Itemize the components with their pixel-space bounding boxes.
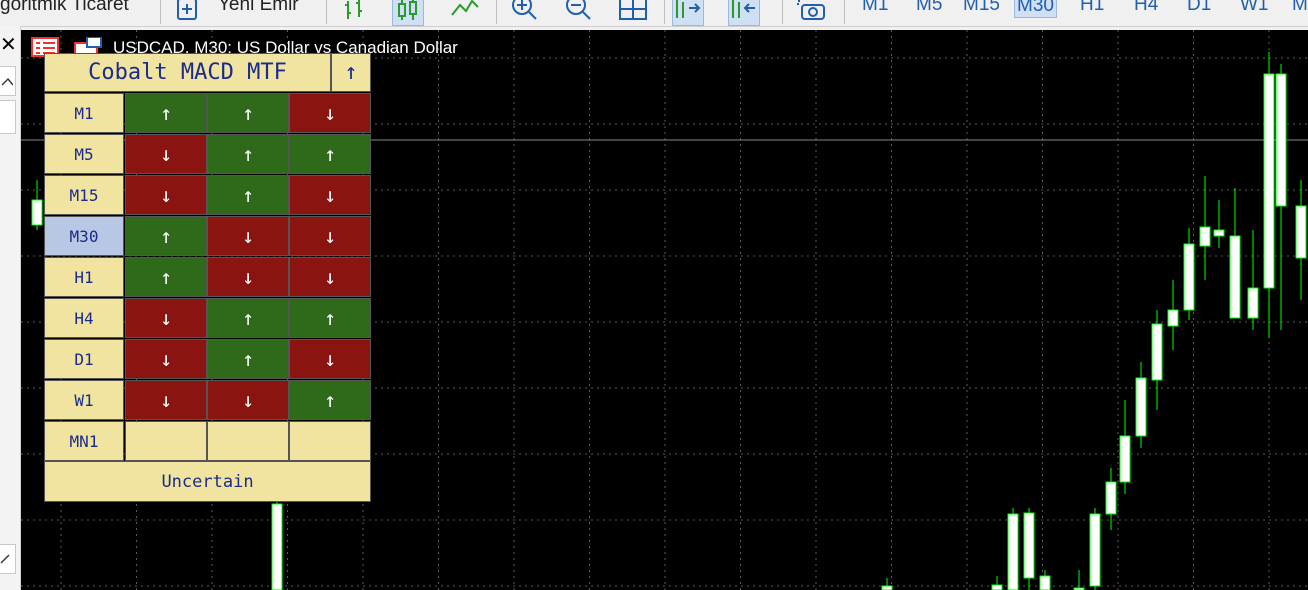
signal-cell-up: ↑ bbox=[289, 134, 371, 174]
toolbar-separator bbox=[844, 0, 845, 24]
screenshot-icon[interactable] bbox=[796, 0, 826, 24]
timeframe-label-m5: M5 bbox=[44, 134, 124, 174]
panel-status: Uncertain bbox=[44, 461, 371, 502]
cobalt-macd-mtf-panel: Cobalt MACD MTF ↑ M1 ↑ ↑ ↓ M5 ↓ ↑ ↑ M15 ↓ ↑ ↓ M30 ↑ ↓ ↓… bbox=[44, 53, 371, 503]
candle-bearish bbox=[1007, 513, 1019, 590]
candle-bearish bbox=[271, 503, 283, 590]
signal-cell-down: ↓ bbox=[207, 380, 289, 420]
timeframe-label-mn1: MN1 bbox=[44, 421, 124, 461]
timeframe-m30[interactable]: M30 bbox=[1014, 0, 1057, 18]
candle-bearish bbox=[1039, 575, 1051, 590]
timeframe-label-h4: H4 bbox=[44, 298, 124, 338]
timeframe-m5[interactable]: M5 bbox=[916, 0, 942, 16]
timeframe-label-m1: M1 bbox=[44, 93, 124, 133]
signal-cell-down: ↓ bbox=[125, 134, 207, 174]
tile-windows-icon[interactable] bbox=[618, 0, 648, 24]
timeframe-mn[interactable]: M bbox=[1292, 0, 1308, 16]
panel-title: Cobalt MACD MTF bbox=[44, 53, 331, 92]
toolbar-separator bbox=[160, 0, 161, 24]
new-order-button[interactable]: Yeni Emir bbox=[218, 0, 299, 16]
timeframe-m15[interactable]: M15 bbox=[963, 0, 1000, 16]
signal-cell-up: ↑ bbox=[207, 93, 289, 133]
collapse-button[interactable] bbox=[0, 66, 16, 96]
signal-cell-up: ↑ bbox=[125, 257, 207, 297]
signal-cell-up: ↑ bbox=[207, 175, 289, 215]
signal-cell-down: ↓ bbox=[125, 380, 207, 420]
main-toolbar: goritmik Ticaret Yeni Emir M1 M5 M15 M30… bbox=[0, 0, 1308, 27]
signal-cell-empty bbox=[125, 421, 207, 461]
candle-bearish bbox=[1275, 73, 1287, 207]
timeframe-label-m30: M30 bbox=[44, 216, 124, 256]
zoom-in-icon[interactable] bbox=[510, 0, 540, 24]
timeframe-label-w1: W1 bbox=[44, 380, 124, 420]
signal-cell-down: ↓ bbox=[289, 175, 371, 215]
signal-cell-up: ↑ bbox=[207, 339, 289, 379]
toolbar-separator bbox=[782, 0, 783, 24]
arrow-up-icon: ↑ bbox=[344, 60, 358, 85]
auto-scroll-icon[interactable] bbox=[672, 0, 704, 26]
panel-collapse-button[interactable]: ↑ bbox=[331, 53, 371, 92]
candle-bearish bbox=[1089, 513, 1101, 587]
candle-bearish bbox=[1263, 73, 1275, 289]
candle-bearish bbox=[1135, 377, 1147, 437]
toolbar-separator bbox=[664, 0, 665, 24]
candle-bearish bbox=[1183, 243, 1195, 311]
signal-cell-down: ↓ bbox=[125, 175, 207, 215]
candlestick-chart-icon[interactable] bbox=[392, 0, 424, 26]
signal-cell-down: ↓ bbox=[289, 339, 371, 379]
signal-cell-empty bbox=[207, 421, 289, 461]
close-icon[interactable]: ✕ bbox=[0, 32, 17, 56]
candle-bearish bbox=[1119, 435, 1131, 483]
signal-cell-up: ↑ bbox=[125, 216, 207, 256]
toolbar-separator bbox=[496, 0, 497, 24]
candle-bearish bbox=[1295, 205, 1307, 259]
timeframe-label-d1: D1 bbox=[44, 339, 124, 379]
signal-cell-down: ↓ bbox=[125, 339, 207, 379]
signal-cell-down: ↓ bbox=[207, 257, 289, 297]
candle-bearish bbox=[1247, 287, 1259, 319]
timeframe-label-h1: H1 bbox=[44, 257, 124, 297]
timeframe-w1[interactable]: W1 bbox=[1240, 0, 1269, 16]
bar-chart-icon[interactable] bbox=[340, 0, 370, 24]
candle-bearish bbox=[1151, 323, 1163, 381]
candle-bearish bbox=[1105, 481, 1117, 515]
timeframe-d1[interactable]: D1 bbox=[1187, 0, 1211, 16]
signal-cell-down: ↓ bbox=[125, 298, 207, 338]
toolbar-separator bbox=[326, 0, 327, 24]
signal-cell-down: ↓ bbox=[207, 216, 289, 256]
candle-bearish bbox=[1213, 229, 1225, 237]
signal-cell-up: ↑ bbox=[289, 298, 371, 338]
candle-bearish bbox=[1229, 235, 1241, 319]
timeframe-h1[interactable]: H1 bbox=[1080, 0, 1104, 16]
expand-button[interactable] bbox=[0, 544, 16, 574]
algo-trading-button[interactable]: goritmik Ticaret bbox=[0, 0, 129, 16]
new-order-icon[interactable] bbox=[172, 0, 202, 24]
candle-bearish bbox=[1167, 309, 1179, 327]
candle-bearish bbox=[1023, 512, 1035, 579]
signal-cell-down: ↓ bbox=[289, 93, 371, 133]
zoom-out-icon[interactable] bbox=[564, 0, 594, 24]
left-panel-strip: ✕ bbox=[0, 26, 21, 590]
signal-cell-down: ↓ bbox=[289, 216, 371, 256]
signal-cell-up: ↑ bbox=[207, 134, 289, 174]
timeframe-label-m15: M15 bbox=[44, 175, 124, 215]
candle-bearish bbox=[881, 585, 893, 590]
signal-cell-up: ↑ bbox=[125, 93, 207, 133]
signal-cell-up: ↑ bbox=[207, 298, 289, 338]
signal-cell-up: ↑ bbox=[289, 380, 371, 420]
line-chart-icon[interactable] bbox=[450, 0, 480, 24]
signal-cell-empty bbox=[289, 421, 371, 461]
candle-bearish bbox=[31, 199, 43, 226]
chart-shift-icon[interactable] bbox=[728, 0, 760, 26]
timeframe-h4[interactable]: H4 bbox=[1134, 0, 1158, 16]
side-input[interactable] bbox=[0, 100, 16, 134]
candle-bearish bbox=[1199, 226, 1211, 247]
signal-cell-down: ↓ bbox=[289, 257, 371, 297]
timeframe-m1[interactable]: M1 bbox=[862, 0, 888, 16]
candle-bearish bbox=[991, 584, 1003, 590]
